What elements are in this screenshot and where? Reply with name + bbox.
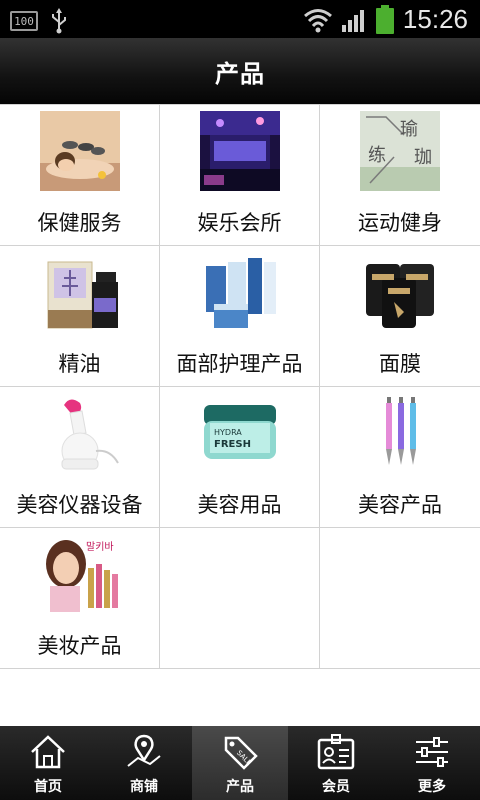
tab-label: 更多 xyxy=(418,779,446,795)
empty-cell xyxy=(320,528,480,668)
tab-label: 首页 xyxy=(34,779,62,795)
grid-row: 精油 面部护理产品 面膜 xyxy=(0,246,480,387)
product-label: 娱乐会所 xyxy=(197,211,282,235)
product-cell-beauty-products[interactable]: 美容产品 xyxy=(320,387,480,527)
product-cell-beauty-devices[interactable]: 美容仪器设备 xyxy=(0,387,160,527)
face-mask-photo xyxy=(360,252,440,332)
product-cell-beauty-supplies[interactable]: HYDRA FRESH 美容用品 xyxy=(160,387,320,527)
grid-row: 美容仪器设备 HYDRA FRESH 美容用品 美容产品 xyxy=(0,387,480,528)
product-category-grid: 保健服务 娱乐会所 瑜 练 珈 运动健身 精油 面部护理产品 面膜 美容仪器设备… xyxy=(0,104,480,669)
yoga-thumb-left-char: 练 xyxy=(368,145,386,166)
product-label: 精油 xyxy=(58,352,101,376)
product-label: 面膜 xyxy=(379,352,421,376)
tab-more[interactable]: 更多 xyxy=(384,726,480,800)
spa-massage-photo xyxy=(40,111,120,191)
tab-label: 商铺 xyxy=(130,779,158,795)
product-cell-entertainment-club[interactable]: 娱乐会所 xyxy=(160,105,320,245)
usb-icon xyxy=(52,8,66,34)
battery-percent-text: 100 xyxy=(14,14,34,28)
status-bar: 100 15:26 xyxy=(0,0,480,38)
yoga-thumb-top-char: 瑜 xyxy=(400,119,418,140)
tab-products[interactable]: SALE 产品 xyxy=(192,726,288,800)
signal-icon xyxy=(341,9,364,32)
product-label: 美容产品 xyxy=(358,493,442,517)
header-bar: 产品 xyxy=(0,38,480,104)
product-label: 面部护理产品 xyxy=(176,352,303,376)
essential-oil-photo xyxy=(40,252,120,332)
tab-home[interactable]: 首页 xyxy=(0,726,96,800)
sliders-icon xyxy=(416,737,448,767)
cream-jar-photo: HYDRA FRESH xyxy=(200,393,280,473)
product-label: 美容仪器设备 xyxy=(16,493,143,517)
yoga-photo: 瑜 练 珈 xyxy=(360,111,440,191)
bottom-tab-bar: 首页 商铺 SALE 产品 会员 更多 xyxy=(0,726,480,800)
club-interior-photo xyxy=(200,111,280,191)
member-card-icon xyxy=(317,734,355,770)
product-cell-face-mask[interactable]: 面膜 xyxy=(320,246,480,386)
makeup-thumb-text: 말키바 xyxy=(86,541,114,553)
empty-cell xyxy=(160,528,320,668)
battery-icon xyxy=(375,4,394,34)
beauty-pens-photo xyxy=(360,393,440,473)
grid-row: 保健服务 娱乐会所 瑜 练 珈 运动健身 xyxy=(0,105,480,246)
yoga-thumb-right-char: 珈 xyxy=(414,147,432,168)
tab-member[interactable]: 会员 xyxy=(288,726,384,800)
product-cell-essential-oil[interactable]: 精油 xyxy=(0,246,160,386)
sale-tag-icon: SALE xyxy=(224,736,258,770)
facial-steamer-photo xyxy=(40,393,120,473)
tab-label: 会员 xyxy=(322,779,350,795)
tab-label: 产品 xyxy=(226,779,254,795)
wifi-icon xyxy=(303,8,332,32)
product-cell-sports-fitness[interactable]: 瑜 练 珈 运动健身 xyxy=(320,105,480,245)
clock: 15:26 xyxy=(402,4,468,34)
product-label: 美容用品 xyxy=(197,493,282,517)
grid-row: 말키바 美妆产品 xyxy=(0,528,480,669)
product-cell-makeup-products[interactable]: 말키바 美妆产品 xyxy=(0,528,160,668)
cream-thumb-line1: HYDRA xyxy=(214,428,242,437)
product-cell-health-service[interactable]: 保健服务 xyxy=(0,105,160,245)
product-label: 美妆产品 xyxy=(37,634,122,658)
facial-care-photo xyxy=(200,252,280,332)
product-label: 保健服务 xyxy=(37,211,122,235)
battery-100-icon: 100 xyxy=(10,11,38,31)
product-cell-facial-care[interactable]: 面部护理产品 xyxy=(160,246,320,386)
page-title: 产品 xyxy=(215,59,265,88)
product-label: 运动健身 xyxy=(358,211,442,235)
home-icon xyxy=(31,735,65,769)
cream-thumb-line2: FRESH xyxy=(214,439,251,450)
tab-shops[interactable]: 商铺 xyxy=(96,726,192,800)
makeup-model-photo: 말키바 xyxy=(40,534,120,614)
map-pin-icon xyxy=(127,734,161,767)
